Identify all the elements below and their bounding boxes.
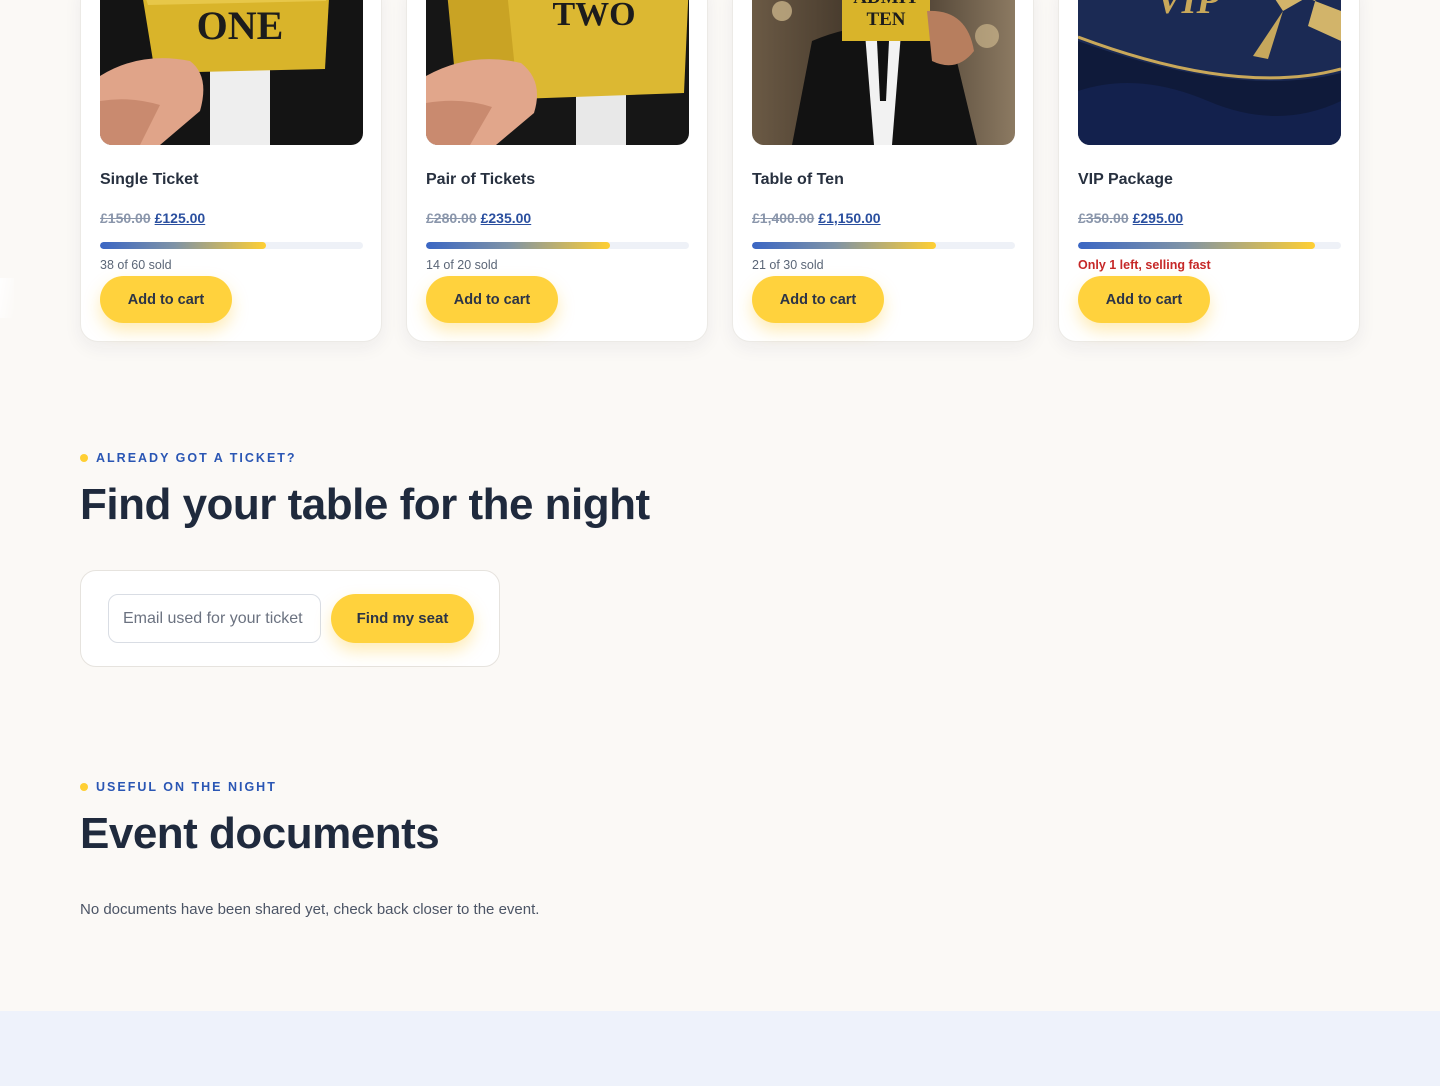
ticket-image-pair: TWO [426,0,689,145]
sales-progress-bar [100,242,363,249]
sale-price[interactable]: £125.00 [155,210,206,226]
ticket-photo: ONE [100,0,363,145]
original-price: £150.00 [100,210,151,226]
low-stock-warning: Only 1 left, selling fast [1078,258,1211,272]
sales-progress-fill [426,242,611,249]
ticket-card-pair: TWO Pair of Tickets £280.00 £235.00 14 of… [406,0,708,342]
ticket-photo-label: VIP [1156,0,1220,22]
add-to-cart-button[interactable]: Add to cart [1078,276,1210,323]
ticket-cards: ONE Single Ticket £150.00 £125.00 38 of 6… [80,0,1360,342]
original-price: £280.00 [426,210,477,226]
sales-progress-fill [100,242,267,249]
ticket-photo: TWO [426,0,689,145]
original-price: £1,400.00 [752,210,815,226]
sale-price[interactable]: £1,150.00 [818,210,880,226]
sales-progress-bar [426,242,689,249]
sales-progress-bar [1078,242,1341,249]
ticket-price: £350.00 £295.00 [1078,210,1183,226]
ticket-photo: VIP [1078,0,1341,145]
sale-price[interactable]: £235.00 [481,210,532,226]
ticket-price: £1,400.00 £1,150.00 [752,210,881,226]
original-price: £350.00 [1078,210,1129,226]
add-to-cart-button[interactable]: Add to cart [100,276,232,323]
ticket-image-table: ADMIT TEN [752,0,1015,145]
find-table-heading: Find your table for the night [80,480,650,529]
ticket-title: Table of Ten [752,171,844,188]
ticket-photo-label: TWO [552,0,635,33]
sales-progress-fill [1078,242,1315,249]
add-to-cart-button[interactable]: Add to cart [752,276,884,323]
ticket-price: £150.00 £125.00 [100,210,205,226]
find-my-seat-button[interactable]: Find my seat [331,594,474,643]
documents-eyebrow: USEFUL ON THE NIGHT [80,780,277,794]
ticket-photo-label-bottom: TEN [866,9,905,30]
eyebrow-dot [80,783,88,791]
decorative-edge-mark [0,278,14,318]
ticket-image-vip: VIP [1078,0,1341,145]
ticket-card-vip: VIP VIP Package £350.00 £295.00 Only 1 le… [1058,0,1360,342]
ticket-title: VIP Package [1078,171,1173,188]
ticket-photo-label-top: ADMIT [853,0,919,8]
ticket-card-table: ADMIT TEN Table of Ten £1,400.00£1,150.0… [732,0,1034,342]
footer-band [0,1011,1440,1086]
sales-progress-bar [752,242,1015,249]
eyebrow-dot [80,454,88,462]
ticket-price: £280.00 £235.00 [426,210,531,226]
ticket-title: Single Ticket [100,171,199,188]
documents-heading: Event documents [80,809,440,858]
find-table-eyebrow: ALREADY GOT A TICKET? [80,451,297,465]
documents-empty-state: No documents have been shared yet, check… [80,901,540,918]
sales-progress-fill [752,242,937,249]
sale-price[interactable]: £295.00 [1133,210,1184,226]
sold-count: 21 of 30 sold [752,258,824,272]
sold-count: 38 of 60 sold [100,258,172,272]
add-to-cart-button[interactable]: Add to cart [426,276,558,323]
sold-count: 14 of 20 sold [426,258,498,272]
ticket-photo-label: ONE [197,3,284,48]
eyebrow-text: USEFUL ON THE NIGHT [96,780,277,794]
ticket-photo: ADMIT TEN [752,0,1015,145]
email-input[interactable] [108,594,321,643]
find-seat-form: Find my seat [80,570,500,667]
ticket-card-single: ONE Single Ticket £150.00 £125.00 38 of 6… [80,0,382,342]
ticket-title: Pair of Tickets [426,171,536,188]
ticket-image-single: ONE [100,0,363,145]
eyebrow-text: ALREADY GOT A TICKET? [96,451,297,465]
